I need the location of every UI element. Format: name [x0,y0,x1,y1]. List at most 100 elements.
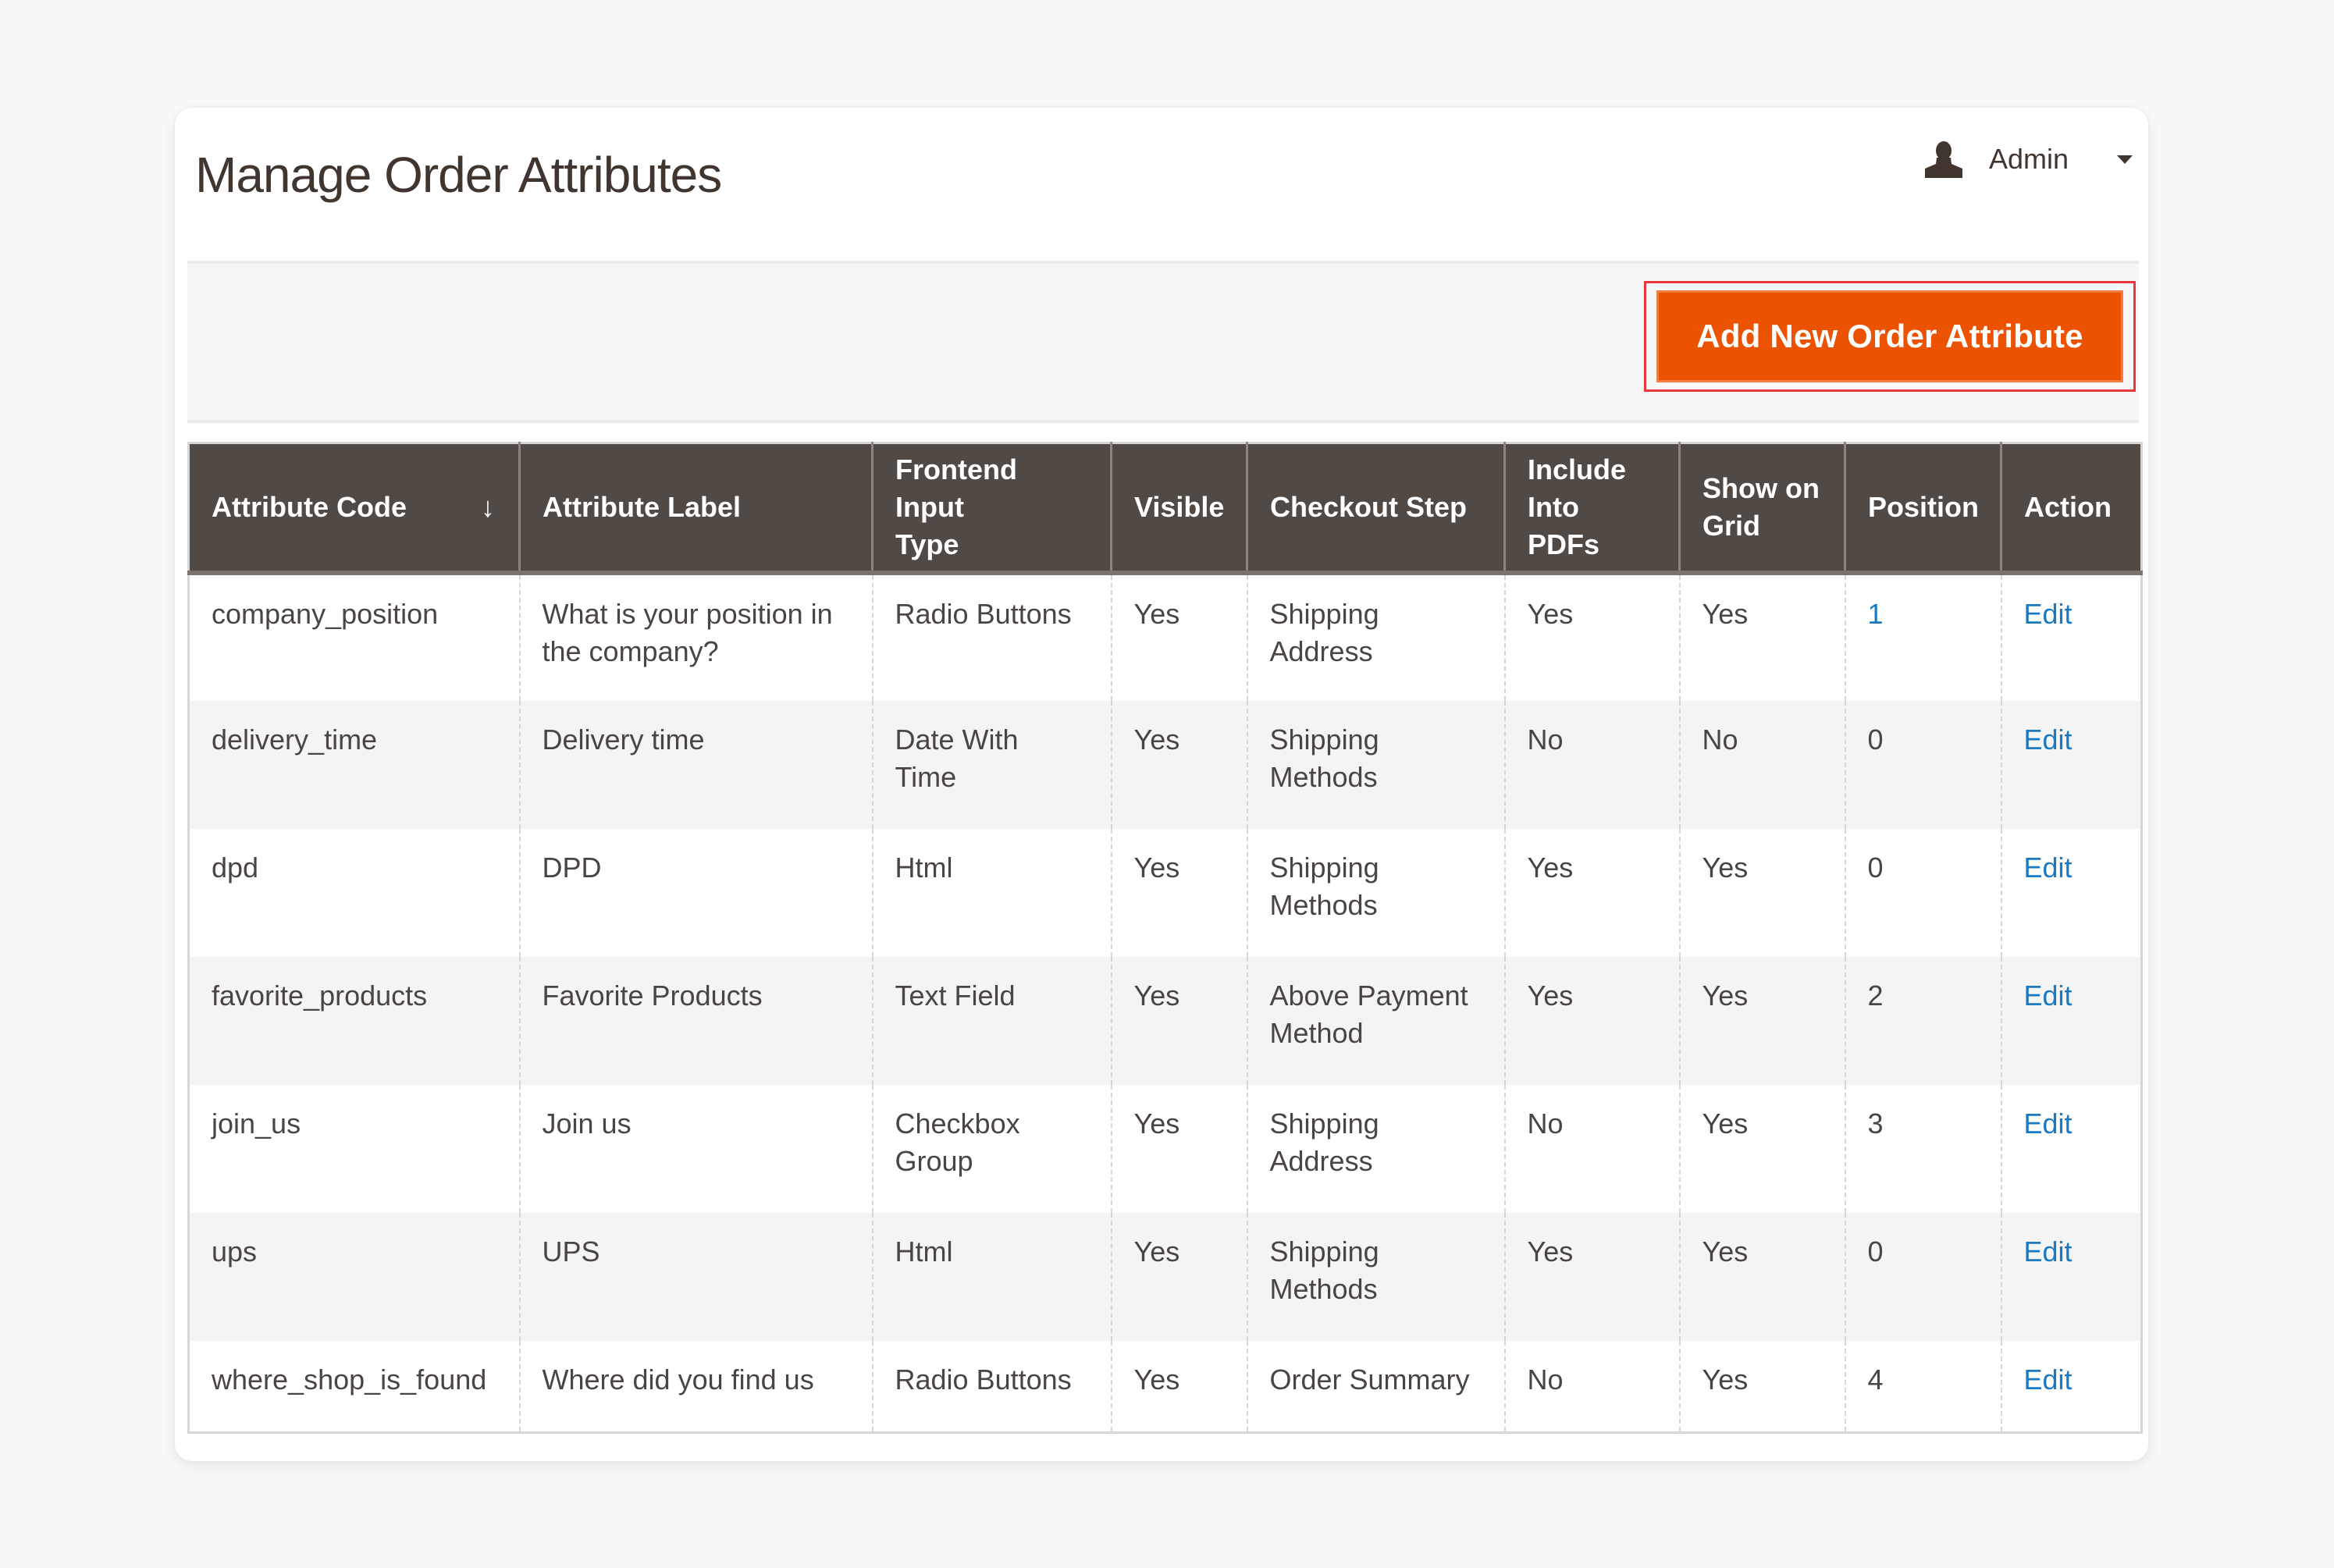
cell-visible: Yes [1110,956,1248,1085]
cell-position: 3 [1844,1084,2002,1213]
cell-include-pdfs: Yes [1503,828,1681,957]
cell-attribute-code: join_us [188,1084,521,1213]
edit-link[interactable]: Edit [2024,852,2072,884]
cell-checkout-step: Above Payment Method [1246,956,1506,1085]
cell-show-grid: Yes [1678,956,1846,1085]
cell-input-type-text: Checkbox Group [895,1107,1020,1177]
cell-attribute-code: dpd [188,828,521,957]
edit-link[interactable]: Edit [2024,1236,2072,1268]
cell-attribute-label: DPD [518,828,873,957]
cell-checkout-step-text: Shipping Methods [1269,723,1379,793]
cell-position: 4 [1844,1340,2002,1433]
cell-attribute-label: What is your position in the company? [518,572,873,701]
cell-action: Edit [2000,1340,2142,1433]
cell-visible: Yes [1110,1212,1248,1341]
cell-input-type: Html [871,1212,1112,1341]
sort-arrow-down-icon[interactable]: ↓ [481,489,495,526]
edit-link[interactable]: Edit [2024,724,2072,756]
cell-action: Edit [2000,956,2142,1085]
admin-account-menu[interactable]: Admin [1923,136,2133,183]
table-row: ups UPS Html Yes Shipping Methods Yes Ye… [188,1212,2142,1341]
edit-link[interactable]: Edit [2024,1108,2072,1140]
cell-input-type: Radio Buttons [871,572,1112,701]
cell-checkout-step: Shipping Address [1246,1084,1506,1213]
table-row: company_position What is your position i… [188,572,2142,701]
column-header-attribute-code[interactable]: Attribute Code ↓ [188,443,521,575]
column-header-label: Frontend Input Type [895,453,1017,560]
add-button-highlight: Add New Order Attribute [1644,281,2136,392]
column-header-visible[interactable]: Visible [1110,443,1248,575]
cell-visible: Yes [1110,1340,1248,1433]
cell-input-type-text: Date With Time [895,723,1019,793]
column-header-label: Show on Grid [1702,471,1820,542]
cell-input-type: Date With Time [871,700,1112,829]
column-header-frontend-input-type[interactable]: Frontend Input Type [871,443,1112,575]
cell-action: Edit [2000,700,2142,829]
cell-include-pdfs: No [1503,700,1681,829]
cell-include-pdfs: Yes [1503,1212,1681,1341]
cell-position: 0 [1844,828,2002,957]
cell-show-grid: Yes [1678,572,1846,701]
edit-link[interactable]: Edit [2024,598,2072,630]
page-actions-bar: Add New Order Attribute [187,261,2139,423]
cell-show-grid: Yes [1678,1212,1846,1341]
cell-input-type: Radio Buttons [871,1340,1112,1433]
table-row: where_shop_is_found Where did you find u… [188,1340,2142,1433]
cell-visible: Yes [1110,1084,1248,1213]
cell-checkout-step: Order Summary [1246,1340,1506,1433]
cell-input-type: Text Field [871,956,1112,1085]
add-new-order-attribute-button[interactable]: Add New Order Attribute [1656,290,2123,382]
cell-checkout-step: Shipping Methods [1246,700,1506,829]
cell-include-pdfs: Yes [1503,956,1681,1085]
edit-link[interactable]: Edit [2024,1364,2072,1396]
cell-visible: Yes [1110,572,1248,701]
admin-username[interactable]: Admin [1989,143,2069,176]
cell-attribute-label: Delivery time [518,700,873,829]
cell-checkout-step: Shipping Methods [1246,1212,1506,1341]
cell-action: Edit [2000,1084,2142,1213]
table-row: dpd DPD Html Yes Shipping Methods Yes Ye… [188,828,2142,957]
table-row: delivery_time Delivery time Date With Ti… [188,700,2142,829]
cell-attribute-label: Where did you find us [518,1340,873,1433]
table-row: join_us Join us Checkbox Group Yes Shipp… [188,1084,2142,1213]
edit-link[interactable]: Edit [2024,980,2072,1012]
cell-checkout-step-text: Shipping Methods [1269,851,1379,921]
cell-visible: Yes [1110,700,1248,829]
cell-action: Edit [2000,1212,2142,1341]
cell-position: 0 [1844,1212,2002,1341]
cell-include-pdfs: Yes [1503,572,1681,701]
cell-attribute-label: Join us [518,1084,873,1213]
cell-position: 1 [1844,572,2002,701]
cell-checkout-step: Shipping Methods [1246,828,1506,957]
cell-checkout-step-text: Shipping Methods [1269,1235,1379,1305]
attributes-grid: Attribute Code ↓ Attribute Label Fronten… [187,442,2143,1434]
cell-attribute-label: Favorite Products [518,956,873,1085]
cell-action: Edit [2000,828,2142,957]
cell-checkout-step: Shipping Address [1246,572,1506,701]
column-header-attribute-label[interactable]: Attribute Label [518,443,873,575]
cell-position: 0 [1844,700,2002,829]
cell-input-type: Checkbox Group [871,1084,1112,1213]
page-title: Manage Order Attributes [195,147,722,203]
cell-show-grid: No [1678,700,1846,829]
column-header-show-on-grid[interactable]: Show on Grid [1678,443,1846,575]
column-header-include-into-pdfs[interactable]: Include Into PDFs [1503,443,1681,575]
cell-attribute-code: company_position [188,572,521,701]
caret-down-icon[interactable] [2117,155,2133,164]
cell-attribute-code: delivery_time [188,700,521,829]
cell-attribute-code: where_shop_is_found [188,1340,521,1433]
table-row: favorite_products Favorite Products Text… [188,956,2142,1085]
cell-input-type: Html [871,828,1112,957]
column-header-checkout-step[interactable]: Checkout Step [1246,443,1506,575]
column-header-label: Attribute Code [212,490,407,523]
cell-show-grid: Yes [1678,828,1846,957]
user-icon [1923,140,1964,178]
cell-checkout-step-text: Shipping Address [1269,1107,1379,1177]
cell-visible: Yes [1110,828,1248,957]
cell-position: 2 [1844,956,2002,1085]
column-header-position[interactable]: Position [1844,443,2002,575]
cell-attribute-label: UPS [518,1212,873,1341]
cell-show-grid: Yes [1678,1084,1846,1213]
column-header-action: Action [2000,443,2142,575]
cell-action: Edit [2000,572,2142,701]
